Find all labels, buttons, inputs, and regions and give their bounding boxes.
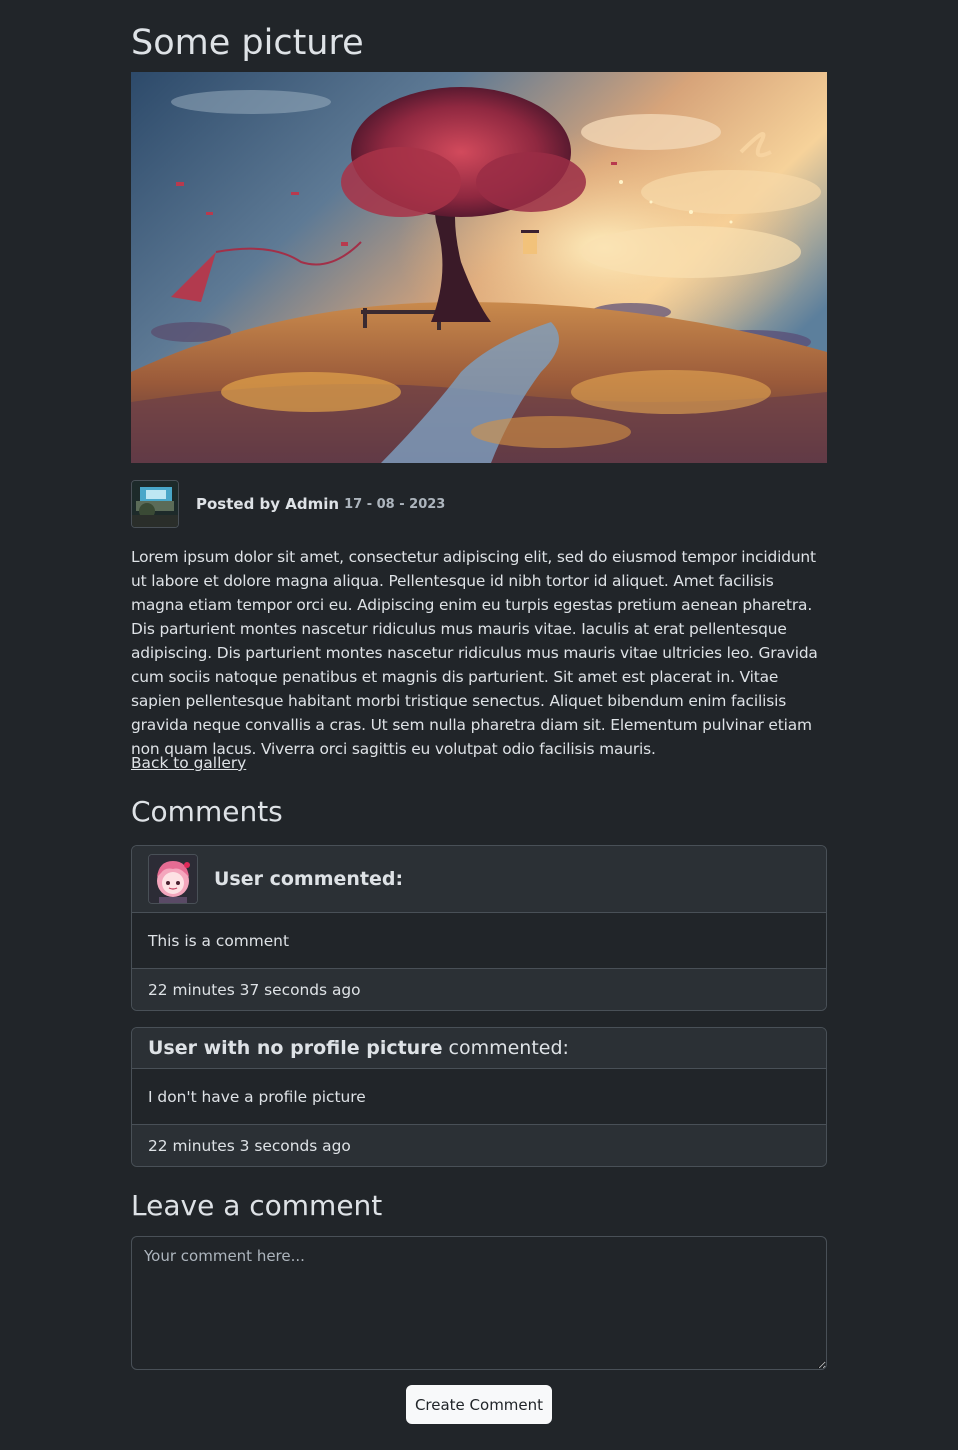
back-to-gallery-link[interactable]: Back to gallery bbox=[131, 754, 246, 772]
comment-time: 22 minutes 3 seconds ago bbox=[132, 1125, 826, 1166]
create-comment-button[interactable]: Create Comment bbox=[406, 1385, 552, 1424]
comment-input[interactable] bbox=[131, 1236, 827, 1370]
comment-suffix: commented: bbox=[263, 868, 404, 890]
commenter-avatar bbox=[148, 854, 198, 904]
comment-header: User with no profile picture commented: bbox=[132, 1028, 826, 1069]
comment-card: User commented: This is a comment 22 min… bbox=[131, 845, 827, 1011]
gallery-image bbox=[131, 72, 827, 463]
post-date: 17 - 08 - 2023 bbox=[344, 496, 446, 512]
leave-comment-heading: Leave a comment bbox=[131, 1189, 383, 1222]
comment-time: 22 minutes 37 seconds ago bbox=[132, 969, 826, 1010]
comment-author: User bbox=[214, 868, 263, 890]
comment-header: User commented: bbox=[132, 846, 826, 913]
comment-author: User with no profile picture bbox=[148, 1037, 443, 1059]
author-avatar bbox=[131, 480, 179, 528]
comment-title: User with no profile picture commented: bbox=[148, 1037, 569, 1059]
comment-title: User commented: bbox=[214, 868, 403, 890]
comment-text: This is a comment bbox=[132, 913, 826, 969]
post-meta: Posted by Admin 17 - 08 - 2023 bbox=[131, 479, 445, 529]
page-title: Some picture bbox=[131, 23, 364, 63]
comments-heading: Comments bbox=[131, 795, 283, 828]
comment-card: User with no profile picture commented: … bbox=[131, 1027, 827, 1167]
post-description: Lorem ipsum dolor sit amet, consectetur … bbox=[131, 548, 818, 758]
comment-suffix: commented: bbox=[442, 1037, 569, 1059]
posted-by: Posted by Admin bbox=[196, 495, 340, 513]
comment-text: I don't have a profile picture bbox=[132, 1069, 826, 1125]
